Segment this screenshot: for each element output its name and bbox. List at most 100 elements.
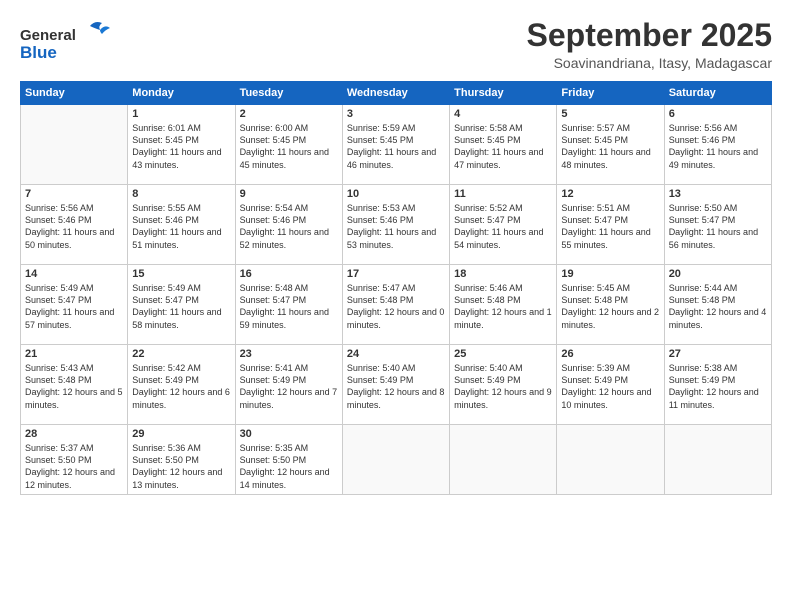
logo-svg: General Blue [20,18,110,68]
day-info: Sunrise: 5:56 AMSunset: 5:46 PMDaylight:… [25,202,123,251]
table-row: 16Sunrise: 5:48 AMSunset: 5:47 PMDayligh… [235,265,342,345]
day-info: Sunrise: 5:43 AMSunset: 5:48 PMDaylight:… [25,362,123,411]
day-info: Sunrise: 5:40 AMSunset: 5:49 PMDaylight:… [454,362,552,411]
day-number: 12 [561,188,659,200]
day-number: 21 [25,348,123,360]
day-number: 15 [132,268,230,280]
day-number: 29 [132,428,230,440]
day-info: Sunrise: 5:49 AMSunset: 5:47 PMDaylight:… [132,282,230,331]
day-info: Sunrise: 5:40 AMSunset: 5:49 PMDaylight:… [347,362,445,411]
day-number: 9 [240,188,338,200]
day-number: 2 [240,108,338,120]
day-info: Sunrise: 5:54 AMSunset: 5:46 PMDaylight:… [240,202,338,251]
day-info: Sunrise: 5:48 AMSunset: 5:47 PMDaylight:… [240,282,338,331]
table-row: 6 Sunrise: 5:56 AMSunset: 5:46 PMDaylight… [664,105,771,185]
day-number: 14 [25,268,123,280]
day-number: 25 [454,348,552,360]
day-info: Sunrise: 5:59 AMSunset: 5:45 PMDaylight:… [347,122,445,171]
day-number: 24 [347,348,445,360]
table-row: 15 Sunrise: 5:49 AMSunset: 5:47 PMDayligh… [128,265,235,345]
table-row: 3 Sunrise: 5:59 AMSunset: 5:45 PMDaylight… [342,105,449,185]
day-number: 23 [240,348,338,360]
day-info: Sunrise: 5:58 AMSunset: 5:45 PMDaylight:… [454,122,552,171]
header-thursday: Thursday [450,82,557,105]
table-row: 10 Sunrise: 5:53 AMSunset: 5:46 PMDayligh… [342,185,449,265]
day-number: 22 [132,348,230,360]
day-number: 30 [240,428,338,440]
table-row: 21 Sunrise: 5:43 AMSunset: 5:48 PMDayligh… [21,345,128,425]
table-row: 29 Sunrise: 5:36 AMSunset: 5:50 PMDayligh… [128,425,235,495]
day-info: Sunrise: 5:55 AMSunset: 5:46 PMDaylight:… [132,202,230,251]
day-number: 17 [347,268,445,280]
table-row [664,425,771,495]
header-sunday: Sunday [21,82,128,105]
table-row: 12 Sunrise: 5:51 AMSunset: 5:47 PMDayligh… [557,185,664,265]
day-number: 4 [454,108,552,120]
svg-text:General: General [20,27,76,44]
day-number: 18 [454,268,552,280]
day-number: 5 [561,108,659,120]
table-row: 19 Sunrise: 5:45 AMSunset: 5:48 PMDayligh… [557,265,664,345]
day-info: Sunrise: 5:45 AMSunset: 5:48 PMDaylight:… [561,282,659,331]
day-number: 26 [561,348,659,360]
day-info: Sunrise: 5:39 AMSunset: 5:49 PMDaylight:… [561,362,659,411]
day-number: 1 [132,108,230,120]
day-info: Sunrise: 5:49 AMSunset: 5:47 PMDaylight:… [25,282,123,331]
logo: General Blue [20,18,110,68]
table-row: 11 Sunrise: 5:52 AMSunset: 5:47 PMDayligh… [450,185,557,265]
table-row: 26 Sunrise: 5:39 AMSunset: 5:49 PMDayligh… [557,345,664,425]
day-info: Sunrise: 5:44 AMSunset: 5:48 PMDaylight:… [669,282,767,331]
page: General Blue September 2025 Soavinandria… [0,0,792,612]
day-number: 6 [669,108,767,120]
svg-text:Blue: Blue [20,43,57,62]
header-monday: Monday [128,82,235,105]
month-title: September 2025 [527,18,772,53]
table-row [450,425,557,495]
day-info: Sunrise: 5:52 AMSunset: 5:47 PMDaylight:… [454,202,552,251]
day-info: Sunrise: 5:57 AMSunset: 5:45 PMDaylight:… [561,122,659,171]
day-info: Sunrise: 5:51 AMSunset: 5:47 PMDaylight:… [561,202,659,251]
day-info: Sunrise: 5:36 AMSunset: 5:50 PMDaylight:… [132,442,230,491]
header-wednesday: Wednesday [342,82,449,105]
day-info: Sunrise: 5:46 AMSunset: 5:48 PMDaylight:… [454,282,552,331]
day-info: Sunrise: 6:01 AMSunset: 5:45 PMDaylight:… [132,122,230,171]
location-subtitle: Soavinandriana, Itasy, Madagascar [527,55,772,71]
table-row: 18 Sunrise: 5:46 AMSunset: 5:48 PMDayligh… [450,265,557,345]
day-number: 19 [561,268,659,280]
day-number: 11 [454,188,552,200]
table-row: 4 Sunrise: 5:58 AMSunset: 5:45 PMDaylight… [450,105,557,185]
day-info: Sunrise: 6:00 AMSunset: 5:45 PMDaylight:… [240,122,338,171]
day-info: Sunrise: 5:35 AMSunset: 5:50 PMDaylight:… [240,442,338,491]
day-info: Sunrise: 5:41 AMSunset: 5:49 PMDaylight:… [240,362,338,411]
title-block: September 2025 Soavinandriana, Itasy, Ma… [527,18,772,71]
day-number: 13 [669,188,767,200]
table-row: 17Sunrise: 5:47 AMSunset: 5:48 PMDayligh… [342,265,449,345]
table-row [557,425,664,495]
table-row: 5 Sunrise: 5:57 AMSunset: 5:45 PMDaylight… [557,105,664,185]
day-info: Sunrise: 5:38 AMSunset: 5:49 PMDaylight:… [669,362,767,411]
day-number: 10 [347,188,445,200]
table-row: 28Sunrise: 5:37 AMSunset: 5:50 PMDayligh… [21,425,128,495]
day-info: Sunrise: 5:53 AMSunset: 5:46 PMDaylight:… [347,202,445,251]
table-row: 25 Sunrise: 5:40 AMSunset: 5:49 PMDayligh… [450,345,557,425]
header-saturday: Saturday [664,82,771,105]
table-row: 22 Sunrise: 5:42 AMSunset: 5:49 PMDayligh… [128,345,235,425]
day-number: 20 [669,268,767,280]
table-row: 20 Sunrise: 5:44 AMSunset: 5:48 PMDayligh… [664,265,771,345]
day-number: 8 [132,188,230,200]
table-row: 2 Sunrise: 6:00 AMSunset: 5:45 PMDaylight… [235,105,342,185]
day-number: 7 [25,188,123,200]
header-friday: Friday [557,82,664,105]
day-info: Sunrise: 5:56 AMSunset: 5:46 PMDaylight:… [669,122,767,171]
day-info: Sunrise: 5:42 AMSunset: 5:49 PMDaylight:… [132,362,230,411]
table-row: 1 Sunrise: 6:01 AMSunset: 5:45 PMDaylight… [128,105,235,185]
calendar-header-row: Sunday Monday Tuesday Wednesday Thursday… [21,82,772,105]
table-row: 8 Sunrise: 5:55 AMSunset: 5:46 PMDaylight… [128,185,235,265]
table-row: 9 Sunrise: 5:54 AMSunset: 5:46 PMDaylight… [235,185,342,265]
table-row: 30 Sunrise: 5:35 AMSunset: 5:50 PMDayligh… [235,425,342,495]
table-row [342,425,449,495]
table-row: 14 Sunrise: 5:49 AMSunset: 5:47 PMDayligh… [21,265,128,345]
day-number: 27 [669,348,767,360]
day-number: 3 [347,108,445,120]
table-row: 13Sunrise: 5:50 AMSunset: 5:47 PMDayligh… [664,185,771,265]
